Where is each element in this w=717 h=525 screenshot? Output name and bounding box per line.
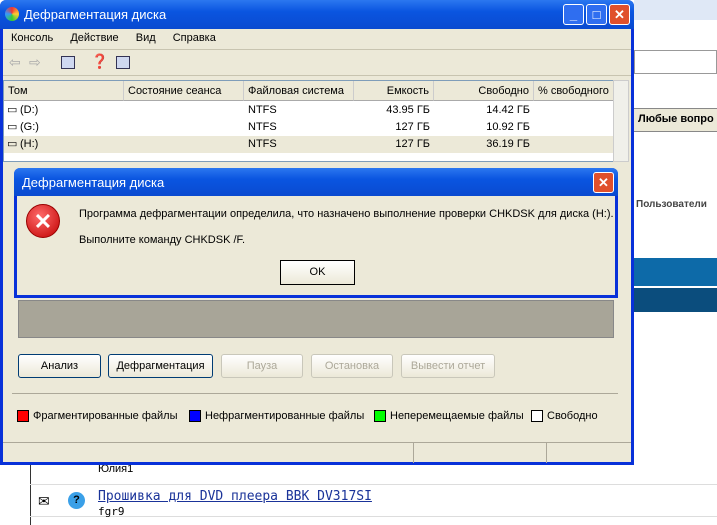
toolbar: ⇦ ⇨ ❓: [3, 51, 631, 76]
menu-action[interactable]: Действие: [70, 32, 118, 44]
cell-capacity: 43.95 ГБ: [386, 104, 430, 116]
cell-pct: [534, 136, 615, 153]
window-title: Дефрагментация диска: [0, 0, 634, 29]
cell-pct: [534, 119, 615, 136]
ok-button[interactable]: OK: [280, 260, 355, 285]
defrag-button[interactable]: Дефрагментация: [108, 354, 213, 378]
cell-capacity: 127 ГБ: [395, 138, 430, 150]
legend-unmovable: Неперемещаемые файлы: [374, 409, 524, 423]
legend-fragmented: Фрагментированные файлы: [17, 409, 178, 423]
cell-state: [124, 119, 244, 136]
envelope-icon[interactable]: ✉: [38, 493, 50, 510]
list-item: ✉ ? Прошивка для DVD плеера BBK DV317SI …: [30, 485, 717, 518]
pause-button[interactable]: Пауза: [221, 354, 303, 378]
cell-free: 10.92 ГБ: [486, 121, 530, 133]
cell-fs: NTFS: [248, 138, 277, 150]
background-users-column: Пользователи: [636, 199, 707, 210]
show-action-pane-icon[interactable]: [116, 56, 130, 69]
menu-view[interactable]: Вид: [136, 32, 156, 44]
cell-name: (G:): [20, 121, 39, 133]
back-icon[interactable]: ⇦: [9, 54, 21, 71]
dialog-message: Программа дефрагментации определила, что…: [79, 208, 614, 220]
defrag-app-icon: [5, 7, 19, 21]
question-icon: ?: [68, 492, 85, 509]
help-icon[interactable]: ❓: [91, 53, 108, 70]
menu-help[interactable]: Справка: [173, 32, 216, 44]
background-search-bar: [634, 50, 717, 74]
blue-swatch: [189, 410, 201, 422]
column-volume[interactable]: Том: [4, 81, 124, 101]
vertical-scrollbar[interactable]: [613, 80, 629, 162]
background-questions-header: Любые вопро: [634, 108, 717, 132]
stop-button[interactable]: Остановка: [311, 354, 393, 378]
cell-name: (H:): [20, 138, 39, 150]
cell-fs: NTFS: [248, 104, 277, 116]
cell-free: 36.19 ГБ: [486, 138, 530, 150]
close-button[interactable]: ✕: [609, 4, 630, 25]
legend-free: Свободно: [531, 409, 598, 423]
cell-pct: [534, 102, 615, 119]
maximize-button[interactable]: □: [586, 4, 607, 25]
cell-state: [124, 102, 244, 119]
cell-state: [124, 136, 244, 153]
question-link[interactable]: Прошивка для DVD плеера BBK DV317SI: [98, 489, 372, 504]
green-swatch: [374, 410, 386, 422]
forward-icon[interactable]: ⇨: [29, 54, 41, 71]
column-capacity[interactable]: Емкость: [354, 81, 434, 101]
background-band: [634, 258, 717, 286]
dialog-instruction: Выполните команду CHKDSK /F.: [79, 234, 246, 246]
cell-name: (D:): [20, 104, 39, 116]
report-button[interactable]: Вывести отчет: [401, 354, 495, 378]
white-swatch: [531, 410, 543, 422]
divider: [12, 393, 618, 394]
column-session-state[interactable]: Состояние сеанса: [124, 81, 244, 101]
dialog-title: Дефрагментация диска: [14, 168, 618, 196]
show-hide-tree-icon[interactable]: [61, 56, 75, 69]
cell-fs: NTFS: [248, 121, 277, 133]
error-icon: ✕: [26, 204, 60, 238]
defrag-display: [18, 300, 614, 338]
cell-free: 14.42 ГБ: [486, 104, 530, 116]
background-header: [634, 0, 717, 20]
red-swatch: [17, 410, 29, 422]
background-band-dark: [634, 288, 717, 312]
column-filesystem[interactable]: Файловая система: [244, 81, 354, 101]
volume-list: Том Состояние сеанса Файловая система Ем…: [3, 80, 615, 162]
menu-console[interactable]: Консоль: [11, 32, 53, 44]
minimize-button[interactable]: _: [563, 4, 584, 25]
status-bar: [3, 442, 631, 463]
column-percent-free[interactable]: % свободного: [534, 81, 615, 101]
menu-bar: Консоль Действие Вид Справка: [3, 29, 631, 50]
cell-capacity: 127 ГБ: [395, 121, 430, 133]
column-free[interactable]: Свободно: [434, 81, 534, 101]
dialog-close-button[interactable]: ✕: [593, 172, 614, 193]
analyze-button[interactable]: Анализ: [18, 354, 101, 378]
legend-contiguous: Нефрагментированные файлы: [189, 409, 364, 423]
